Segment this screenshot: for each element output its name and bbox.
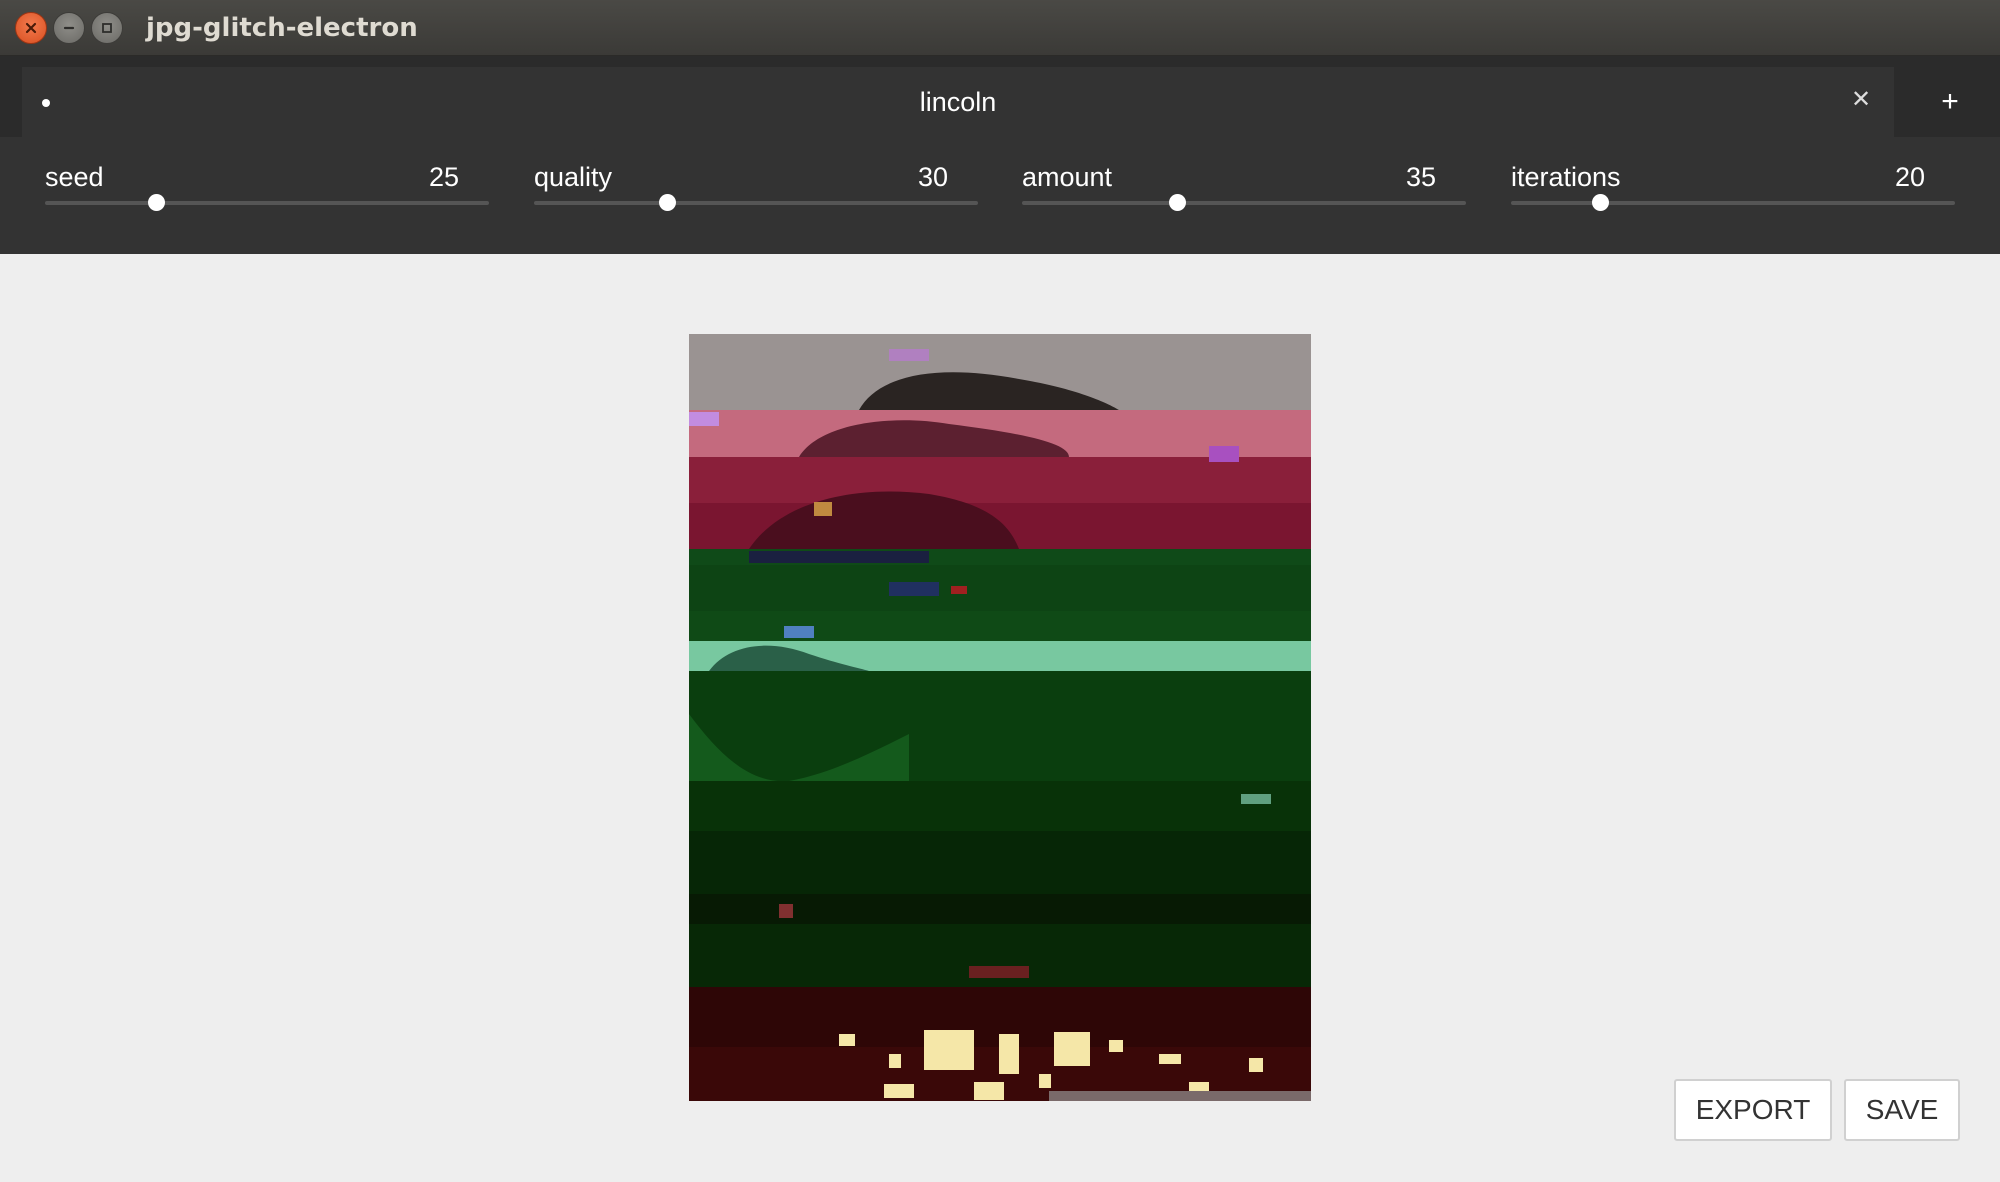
- slider-thumb[interactable]: [148, 194, 165, 211]
- window-titlebar: jpg-glitch-electron: [0, 0, 2000, 56]
- slider-thumb[interactable]: [659, 194, 677, 211]
- slider-value: 35: [1405, 162, 1436, 192]
- close-icon: [25, 22, 37, 34]
- window-close-button[interactable]: [15, 12, 47, 44]
- tab-label: lincoln: [919, 87, 997, 117]
- maximize-icon: [102, 23, 112, 33]
- slider-track[interactable]: [45, 201, 489, 205]
- tab-lincoln[interactable]: lincoln ✕: [22, 67, 1894, 137]
- slider-track[interactable]: [534, 201, 978, 205]
- slider-label: amount: [1022, 162, 1113, 192]
- window-title: jpg-glitch-electron: [146, 13, 418, 43]
- slider-quality: quality 30: [534, 137, 978, 254]
- canvas-area: EXPORT SAVE: [0, 254, 2000, 1182]
- slider-track[interactable]: [1022, 201, 1466, 205]
- window-maximize-button[interactable]: [91, 12, 123, 44]
- slider-label: quality: [534, 162, 613, 192]
- slider-label: seed: [45, 162, 104, 192]
- slider-seed: seed 25: [45, 137, 489, 254]
- slider-value: 30: [917, 162, 948, 192]
- toolbar: lincoln ✕ + seed 25 quality 30 amount 35…: [0, 56, 2000, 254]
- slider-iterations: iterations 20: [1511, 137, 1955, 254]
- glitched-image: [689, 334, 1311, 1101]
- slider-thumb[interactable]: [1591, 194, 1609, 211]
- slider-panel: seed 25 quality 30 amount 35 iterations …: [0, 137, 2000, 254]
- slider-track[interactable]: [1511, 201, 1955, 205]
- export-button[interactable]: EXPORT: [1674, 1079, 1832, 1141]
- slider-value: 20: [1894, 162, 1925, 192]
- tab-close-icon[interactable]: ✕: [1846, 85, 1876, 115]
- slider-amount: amount 35: [1022, 137, 1466, 254]
- save-button[interactable]: SAVE: [1844, 1079, 1960, 1141]
- slider-value: 25: [428, 162, 459, 192]
- window-minimize-button[interactable]: [53, 12, 85, 44]
- slider-label: iterations: [1511, 162, 1621, 192]
- slider-thumb[interactable]: [1169, 194, 1187, 211]
- add-tab-plus-icon[interactable]: +: [1930, 82, 1970, 122]
- minimize-icon: [63, 26, 75, 30]
